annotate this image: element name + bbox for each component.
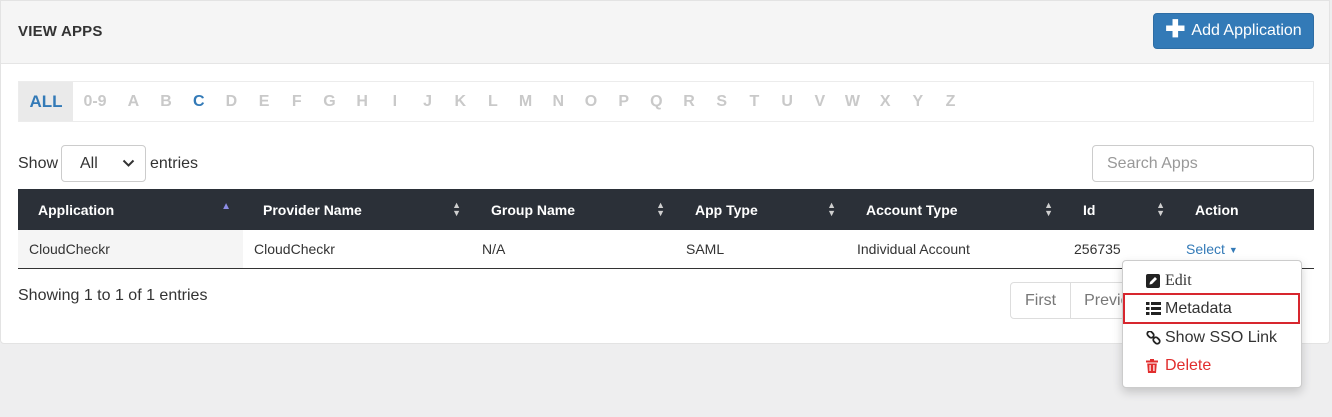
alpha-filter-all[interactable]: ALL [19,82,73,121]
table-row: CloudCheckr CloudCheckr N/A SAML Individ… [18,230,1314,269]
entries-label: entries [150,155,199,172]
column-label: Application [38,201,115,218]
sort-icon: ▲ ▼ [656,200,665,218]
alpha-filter-f[interactable]: F [280,82,313,121]
alpha-filter-q[interactable]: Q [640,82,673,121]
sort-ascending-icon: ▲ [221,201,231,212]
alpha-filter-v[interactable]: V [803,82,836,121]
sort-icon: ▲ ▼ [1156,200,1165,218]
column-label: App Type [695,201,758,218]
alpha-filter-w[interactable]: W [836,82,869,121]
column-header-group-name[interactable]: Group Name ▲ ▼ [471,189,675,230]
caret-down-icon: ▼ [1228,244,1238,255]
add-application-label: Add Application [1191,22,1302,39]
alpha-filter-r[interactable]: R [673,82,706,121]
menu-item-label: Edit [1165,272,1192,289]
alpha-filter-c[interactable]: C [182,82,215,121]
table-header: Application ▲ Provider Name ▲ ▼ Group Nam… [18,189,1314,230]
search-input[interactable] [1092,145,1314,182]
alphabet-filter: ALL 0-9 A B C D E F G H I J K L M N O P … [18,81,1314,122]
alpha-filter-b[interactable]: B [150,82,183,121]
alpha-filter-t[interactable]: T [738,82,771,121]
page-title: VIEW APPS [18,23,103,40]
cell-group-name: N/A [482,241,506,257]
column-label: Group Name [491,201,576,218]
column-label: Provider Name [263,201,362,218]
alpha-filter-m[interactable]: M [509,82,542,121]
link-icon [1146,330,1161,351]
alpha-filter-o[interactable]: O [575,82,608,121]
column-label: Action [1195,201,1239,218]
sort-icon: ▲ ▼ [827,200,836,218]
panel-header: VIEW APPS ✚ Add Application [1,1,1329,64]
alpha-filter-n[interactable]: N [542,82,575,121]
alpha-filter-u[interactable]: U [771,82,804,121]
cell-app-type: SAML [686,241,725,257]
column-header-account-type[interactable]: Account Type ▲ ▼ [846,189,1063,230]
plus-icon: ✚ [1165,16,1186,43]
alpha-filter-g[interactable]: G [313,82,346,121]
action-select-label: Select [1186,241,1225,257]
menu-item-edit[interactable]: Edit [1123,267,1301,295]
chevron-down-icon [122,157,135,171]
action-select-dropdown[interactable]: Select ▼ [1186,241,1238,257]
column-header-provider-name[interactable]: Provider Name ▲ ▼ [243,189,471,230]
column-header-application[interactable]: Application ▲ [18,189,243,230]
menu-item-metadata[interactable]: Metadata [1123,295,1301,323]
cell-account-type: Individual Account [857,241,970,257]
alpha-filter-h[interactable]: H [346,82,379,121]
alpha-filter-y[interactable]: Y [902,82,935,121]
list-icon [1146,302,1161,320]
alpha-filter-z[interactable]: Z [934,82,967,121]
alpha-filter-j[interactable]: J [411,82,444,121]
add-application-button[interactable]: ✚ Add Application [1153,13,1314,49]
alpha-filter-0-9[interactable]: 0-9 [73,82,117,121]
menu-item-label: Show SSO Link [1165,329,1278,346]
trash-icon [1146,359,1158,378]
alpha-filter-d[interactable]: D [215,82,248,121]
entries-length-value: All [80,154,98,172]
alpha-filter-l[interactable]: L [477,82,510,121]
sort-icon: ▲ ▼ [452,200,461,218]
entries-length-select[interactable]: All [61,145,146,182]
show-label: Show [18,155,59,172]
action-dropdown-menu: Edit Metadata Show SSO Link Delete [1122,260,1302,388]
cell-provider-name: CloudCheckr [254,241,335,257]
alpha-filter-a[interactable]: A [117,82,150,121]
column-header-app-type[interactable]: App Type ▲ ▼ [675,189,846,230]
alpha-filter-p[interactable]: P [607,82,640,121]
menu-item-delete[interactable]: Delete [1123,352,1301,380]
pencil-square-icon [1146,274,1160,293]
column-header-action: Action [1175,189,1314,230]
alpha-filter-i[interactable]: I [379,82,412,121]
pagination-first-button[interactable]: First [1011,283,1072,318]
apps-table: Application ▲ Provider Name ▲ ▼ Group Nam… [18,189,1314,269]
menu-item-label: Delete [1165,357,1212,374]
column-label: Account Type [866,201,958,218]
sort-icon: ▲ ▼ [1044,200,1053,218]
menu-item-label: Metadata [1165,300,1232,317]
alpha-filter-x[interactable]: X [869,82,902,121]
menu-item-show-sso-link[interactable]: Show SSO Link [1123,324,1301,352]
alpha-filter-k[interactable]: K [444,82,477,121]
table-info: Showing 1 to 1 of 1 entries [18,287,208,304]
cell-application: CloudCheckr [18,230,243,268]
column-label: Id [1083,201,1096,218]
column-header-id[interactable]: Id ▲ ▼ [1063,189,1175,230]
alpha-filter-s[interactable]: S [705,82,738,121]
alpha-filter-e[interactable]: E [248,82,281,121]
